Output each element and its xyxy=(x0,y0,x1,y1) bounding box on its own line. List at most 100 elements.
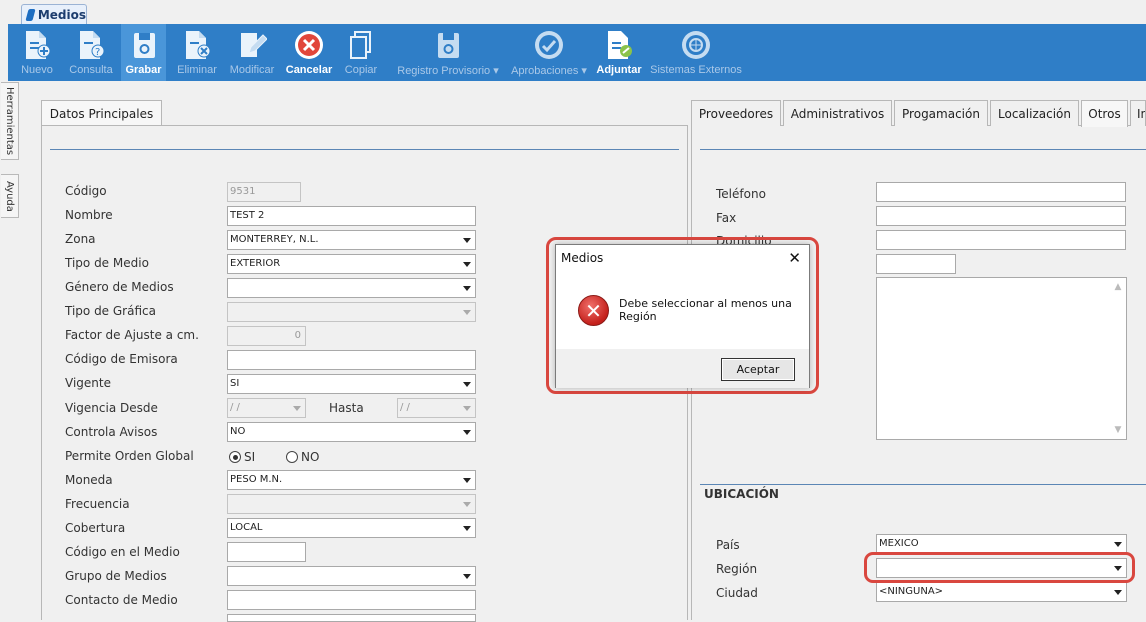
fax-label: Fax xyxy=(716,211,737,225)
vigencia-desde-field: / / xyxy=(227,398,306,418)
controla-avisos-select[interactable]: NO xyxy=(227,422,476,442)
side-tab-ayuda[interactable]: Ayuda xyxy=(1,174,19,218)
emisora-label: Código de Emisora xyxy=(65,352,178,366)
delete-doc-icon xyxy=(180,28,214,62)
hasta-label: Hasta xyxy=(329,401,364,415)
tab-datos-principales[interactable]: Datos Principales xyxy=(41,100,162,127)
cancel-icon xyxy=(292,28,326,62)
orden-global-label: Permite Orden Global xyxy=(65,449,194,463)
factor-label: Factor de Ajuste a cm. xyxy=(65,328,199,342)
chevron-down-icon xyxy=(289,399,305,417)
chevron-down-icon xyxy=(459,303,475,321)
chevron-down-icon[interactable] xyxy=(459,375,475,393)
svg-text:?: ? xyxy=(95,47,100,58)
side-tab-herramientas[interactable]: Herramientas xyxy=(1,82,19,160)
codigo-medio-label: Código en el Medio xyxy=(65,545,180,559)
cancel-button[interactable]: Cancelar xyxy=(284,24,334,81)
radio-unselected-icon xyxy=(286,451,298,463)
genero-select[interactable] xyxy=(227,278,476,298)
codigo-medio-field[interactable] xyxy=(227,542,306,562)
next-field-partial[interactable] xyxy=(227,614,476,622)
app-tab-medios[interactable]: Medios xyxy=(21,4,87,24)
telefono-field[interactable] xyxy=(876,182,1126,202)
close-icon[interactable]: ✕ xyxy=(788,249,801,267)
zona-label: Zona xyxy=(65,232,96,246)
ciudad-select[interactable]: <NINGUNA> xyxy=(876,582,1127,602)
pais-select[interactable]: MEXICO xyxy=(876,534,1127,554)
contacto-label: Contacto de Medio xyxy=(65,593,178,607)
scroll-down-icon[interactable]: ▼ xyxy=(1113,425,1123,435)
tipo-medio-value: EXTERIOR xyxy=(230,258,281,269)
orden-global-no-radio[interactable]: NO xyxy=(286,450,319,464)
chevron-down-icon[interactable] xyxy=(459,519,475,537)
radio-si-label: SI xyxy=(244,450,256,464)
chevron-down-icon[interactable] xyxy=(459,567,475,585)
grupo-medios-label: Grupo de Medios xyxy=(65,569,167,583)
tab-otros[interactable]: Otros xyxy=(1081,100,1128,127)
dialog-title: Medios xyxy=(561,251,604,265)
vigencia-desde-label: Vigencia Desde xyxy=(65,401,158,415)
zona-value: MONTERREY, N.L. xyxy=(230,234,319,245)
app-tab-label: Medios xyxy=(37,7,86,22)
save-button[interactable]: Grabar xyxy=(121,24,166,81)
vigente-select[interactable]: SI xyxy=(227,374,476,394)
query-doc-icon: ? xyxy=(74,28,108,62)
notes-textarea[interactable]: ▲ ▼ xyxy=(876,277,1127,440)
delete-button[interactable]: Eliminar xyxy=(174,24,220,81)
hasta-field: / / xyxy=(397,398,476,418)
modify-button[interactable]: Modificar xyxy=(226,24,278,81)
divider xyxy=(50,149,679,150)
hasta-value: / / xyxy=(400,402,410,413)
radio-no-label: NO xyxy=(301,450,320,464)
vigente-value: SI xyxy=(230,378,240,389)
extra-short-field[interactable] xyxy=(876,254,956,274)
attach-button[interactable]: Adjuntar xyxy=(594,24,644,81)
tab-administrativos[interactable]: Administrativos xyxy=(783,100,892,126)
tab-programacion[interactable]: Progamación xyxy=(894,100,988,126)
emisora-field[interactable] xyxy=(227,350,476,370)
factor-field: 0 xyxy=(227,326,306,346)
dialog-footer: Aceptar xyxy=(556,349,809,388)
codigo-label: Código xyxy=(65,184,107,198)
accept-button[interactable]: Aceptar xyxy=(721,358,795,381)
provisional-save-icon xyxy=(431,28,465,62)
tab-proveedores[interactable]: Proveedores xyxy=(691,100,781,126)
chevron-down-icon[interactable] xyxy=(459,255,475,273)
tipo-medio-select[interactable]: EXTERIOR xyxy=(227,254,476,274)
chevron-down-icon[interactable] xyxy=(459,279,475,297)
chevron-down-icon[interactable] xyxy=(1110,535,1126,553)
fax-field[interactable] xyxy=(876,206,1126,226)
nombre-field[interactable]: TEST 2 xyxy=(227,206,476,226)
domicilio-field[interactable] xyxy=(876,230,1126,250)
divider xyxy=(700,484,1146,485)
new-button[interactable]: Nuevo xyxy=(18,24,56,81)
chevron-down-icon[interactable] xyxy=(459,231,475,249)
tipo-grafica-label: Tipo de Gráfica xyxy=(65,304,156,318)
moneda-select[interactable]: PESO M.N. xyxy=(227,470,476,490)
tab-localizacion[interactable]: Localización xyxy=(990,100,1079,126)
frecuencia-select xyxy=(227,494,476,514)
copy-icon xyxy=(344,28,378,62)
grupo-medios-select[interactable] xyxy=(227,566,476,586)
approvals-button[interactable]: Aprobaciones ▾ xyxy=(510,24,588,81)
chevron-down-icon[interactable] xyxy=(459,423,475,441)
cobertura-value: LOCAL xyxy=(230,522,263,533)
chevron-down-icon[interactable] xyxy=(1110,583,1126,601)
vigencia-desde-value: / / xyxy=(230,402,240,413)
contacto-field[interactable] xyxy=(227,590,476,610)
radio-selected-icon xyxy=(229,451,241,463)
query-button[interactable]: ? Consulta xyxy=(66,24,116,81)
external-systems-button[interactable]: Sistemas Externos xyxy=(648,24,744,81)
orden-global-si-radio[interactable]: SI xyxy=(229,450,255,464)
region-highlight xyxy=(864,552,1135,583)
copy-button[interactable]: Copiar xyxy=(340,24,382,81)
chevron-down-icon[interactable] xyxy=(459,471,475,489)
ciudad-value: <NINGUNA> xyxy=(879,586,944,597)
cobertura-select[interactable]: LOCAL xyxy=(227,518,476,538)
edit-doc-icon xyxy=(235,28,269,62)
external-systems-icon xyxy=(679,28,713,62)
zona-select[interactable]: MONTERREY, N.L. xyxy=(227,230,476,250)
tab-in[interactable]: In xyxy=(1130,100,1146,126)
scroll-up-icon[interactable]: ▲ xyxy=(1113,282,1123,292)
provisional-record-button[interactable]: Registro Provisorio ▾ xyxy=(394,24,502,81)
